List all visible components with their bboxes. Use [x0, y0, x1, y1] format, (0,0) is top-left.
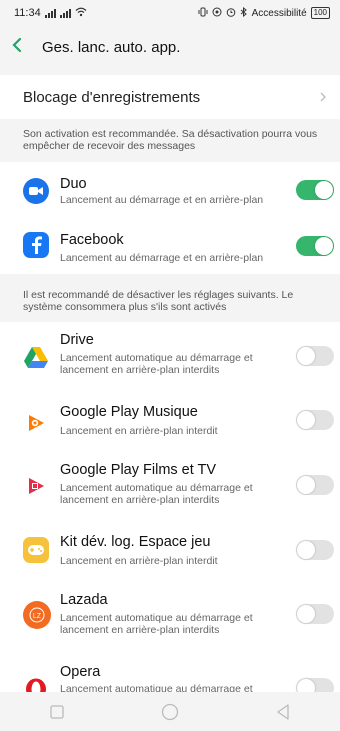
- app-name: Lazada: [60, 592, 108, 608]
- app-desc: Lancement automatique au démarrage et la…: [60, 482, 253, 506]
- circle-icon: [161, 703, 179, 720]
- app-desc: Lancement automatique au démarrage et la…: [60, 352, 253, 376]
- navigation-bar: [0, 692, 340, 731]
- lazada-icon: LZ: [23, 601, 51, 629]
- list-item-opera[interactable]: Opera Lancement automatique au démarrage…: [0, 660, 340, 692]
- play-music-icon: [23, 410, 49, 436]
- opera-icon: [23, 676, 49, 692]
- app-name: Google Play Musique: [60, 404, 198, 420]
- blocking-label: Blocage d'enregistrements: [23, 88, 201, 106]
- list-item-drive[interactable]: Drive Lancement automatique au démarrage…: [0, 324, 340, 390]
- app-bar: Ges. lanc. auto. app.: [0, 26, 340, 68]
- square-icon: [50, 704, 64, 719]
- accessibility-label: Accessibilité: [251, 7, 307, 19]
- page-title: Ges. lanc. auto. app.: [42, 38, 181, 56]
- status-bar: 11:34 Accessibilité 100: [0, 0, 340, 26]
- alarm-icon: [226, 7, 236, 20]
- app-desc: Lancement automatique au démarrage et: [60, 683, 253, 692]
- bluetooth-icon: [240, 6, 248, 20]
- drive-icon: [23, 344, 49, 370]
- play-movies-icon: [23, 473, 49, 499]
- app-desc: Lancement au démarrage et en arrière-pla…: [60, 252, 264, 264]
- app-name: Google Play Films et TV: [60, 462, 217, 478]
- toggle-duo[interactable]: [296, 180, 334, 200]
- battery-icon: 100: [310, 7, 330, 19]
- section-note-disable: Il est recommandé de désactiver les régl…: [23, 289, 294, 313]
- toggle-play-movies[interactable]: [296, 475, 334, 495]
- list-item-play-movies[interactable]: Google Play Films et TV Lancement automa…: [0, 455, 340, 521]
- wifi-icon: [75, 7, 87, 20]
- svg-text:LZ: LZ: [33, 613, 42, 620]
- app-name: Drive: [60, 332, 94, 348]
- list-item-lazada[interactable]: LZ Lazada Lancement automatique au démar…: [0, 586, 340, 652]
- toggle-facebook[interactable]: [296, 236, 334, 256]
- toggle-game-space[interactable]: [296, 540, 334, 560]
- app-desc: Lancement au démarrage et en arrière-pla…: [60, 194, 264, 206]
- home-button[interactable]: [150, 697, 190, 727]
- status-right: Accessibilité 100: [198, 6, 330, 20]
- list-item-facebook[interactable]: Facebook Lancement au démarrage et en ar…: [0, 218, 340, 274]
- location-icon: [212, 7, 222, 20]
- back-icon[interactable]: [12, 37, 42, 58]
- toggle-drive[interactable]: [296, 346, 334, 366]
- list-item-game-space[interactable]: Kit dév. log. Espace jeu Lancement en ar…: [0, 528, 340, 578]
- signal-icon: [44, 8, 56, 18]
- app-desc: Lancement en arrière-plan interdit: [60, 555, 218, 567]
- toggle-lazada[interactable]: [296, 604, 334, 624]
- recents-button[interactable]: [37, 697, 77, 727]
- app-name: Duo: [60, 176, 87, 192]
- duo-icon: [23, 178, 49, 204]
- app-name: Kit dév. log. Espace jeu: [60, 534, 211, 550]
- status-time: 11:34: [14, 7, 41, 19]
- app-name: Opera: [60, 664, 101, 680]
- chevron-right-icon: [320, 90, 326, 105]
- section-note-recommended: Son activation est recommandée. Sa désac…: [23, 128, 318, 152]
- vibrate-icon: [198, 7, 208, 20]
- signal-icon-2: [59, 8, 71, 18]
- app-desc: Lancement automatique au démarrage et la…: [60, 612, 253, 636]
- back-button[interactable]: [263, 697, 303, 727]
- status-left: 11:34: [14, 7, 87, 20]
- toggle-play-music[interactable]: [296, 410, 334, 430]
- list-item-duo[interactable]: Duo Lancement au démarrage et en arrière…: [0, 162, 340, 218]
- facebook-icon: [23, 232, 49, 258]
- app-desc: Lancement en arrière-plan interdit: [60, 425, 218, 437]
- toggle-opera[interactable]: [296, 678, 334, 692]
- app-name: Facebook: [60, 232, 124, 248]
- game-space-icon: [23, 537, 49, 563]
- list-item-play-music[interactable]: Google Play Musique Lancement en arrière…: [0, 398, 340, 448]
- blocking-row[interactable]: Blocage d'enregistrements: [0, 75, 340, 119]
- triangle-back-icon: [277, 703, 289, 720]
